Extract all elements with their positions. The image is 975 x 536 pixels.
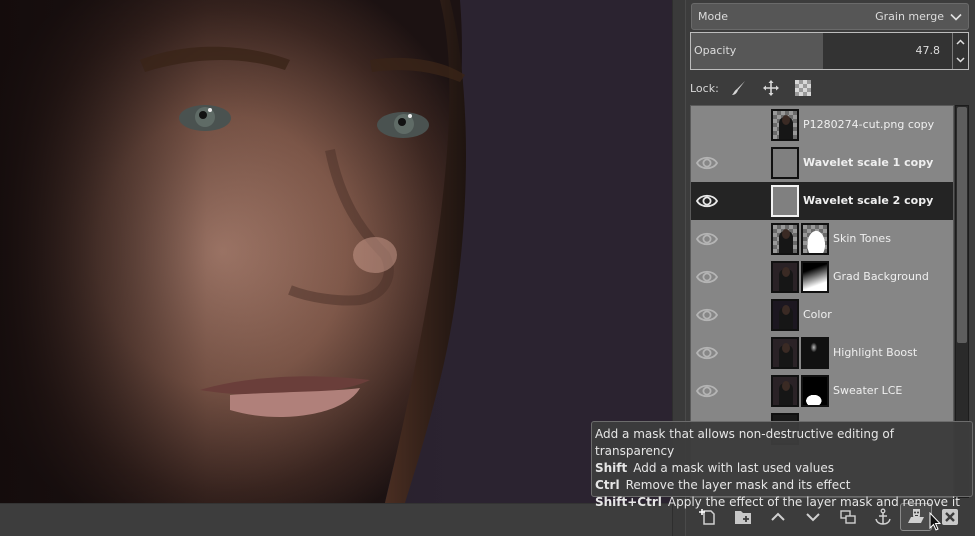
layer-name: Grad Background — [833, 270, 929, 283]
layer-row[interactable]: Wavelet scale 2 copy — [691, 182, 953, 220]
tooltip-line-3: Ctrl Remove the layer mask and its effect — [595, 477, 969, 494]
layer-name: Skin Tones — [833, 232, 891, 245]
opacity-spinscale[interactable]: Opacity 47.8 — [690, 32, 969, 70]
mode-dropdown[interactable]: Mode Grain merge — [691, 3, 969, 30]
layer-mask-thumbnail[interactable] — [801, 375, 829, 407]
add-mask-tooltip: Add a mask that allows non-destructive e… — [591, 421, 973, 509]
lock-alpha-toggle[interactable] — [793, 78, 813, 98]
chevron-down-icon — [956, 57, 965, 63]
layer-name: Color — [803, 308, 832, 321]
gimp-window: Mode Grain merge Opacity 47.8 Lock: P128… — [0, 0, 975, 536]
layer-thumbnail[interactable] — [771, 299, 799, 331]
layer-list-scrollbar-thumb[interactable] — [957, 107, 967, 343]
tooltip-text-shift: Add a mask with last used values — [633, 461, 834, 475]
image-canvas[interactable] — [0, 0, 672, 503]
layer-row[interactable]: Skin Tones — [691, 220, 953, 258]
lock-label: Lock: — [690, 81, 719, 95]
opacity-spin-buttons — [952, 33, 968, 69]
layer-row[interactable]: Sweater LCE — [691, 372, 953, 410]
checkerboard-alpha-icon — [794, 80, 811, 96]
layer-row[interactable]: Color — [691, 296, 953, 334]
eye-visibility-icon — [696, 384, 718, 398]
tooltip-key-shift-ctrl: Shift+Ctrl — [595, 495, 662, 509]
layer-thumbnail[interactable] — [771, 147, 799, 179]
mode-value: Grain merge — [875, 10, 944, 23]
layer-mask-thumbnail[interactable] — [801, 261, 829, 293]
layer-row[interactable]: P1280274-cut.png copy — [691, 106, 953, 144]
layer-thumbnail[interactable] — [771, 109, 799, 141]
eye-visibility-icon — [696, 346, 718, 360]
tooltip-key-shift: Shift — [595, 461, 628, 475]
chevron-down-icon — [950, 13, 962, 21]
eye-visibility-icon — [696, 270, 718, 284]
layer-name: Highlight Boost — [833, 346, 918, 359]
tooltip-line-1: Add a mask that allows non-destructive e… — [595, 427, 894, 458]
layer-row[interactable]: Highlight Boost — [691, 334, 953, 372]
opacity-decrease-button[interactable] — [953, 51, 968, 69]
paintbrush-icon — [731, 81, 745, 95]
layer-name: P1280274-cut.png copy — [803, 118, 935, 131]
tooltip-line-4: Shift+Ctrl Apply the effect of the layer … — [595, 494, 969, 511]
eye-visibility-icon — [696, 156, 718, 170]
layer-thumbnail[interactable] — [771, 185, 799, 217]
layer-mask-thumbnail[interactable] — [801, 223, 829, 255]
opacity-increase-button[interactable] — [953, 33, 968, 51]
layer-row[interactable]: Grad Background — [691, 258, 953, 296]
layer-name: Sweater LCE — [833, 384, 903, 397]
mode-label: Mode — [698, 10, 728, 23]
lock-position-toggle[interactable] — [761, 78, 781, 98]
eye-visibility-icon — [696, 308, 718, 322]
layer-row[interactable]: Wavelet scale 1 copy — [691, 144, 953, 182]
tooltip-text-shift-ctrl: Apply the effect of the layer mask and r… — [667, 495, 960, 509]
lock-row: Lock: — [690, 78, 825, 98]
chevron-up-icon — [956, 39, 965, 45]
layer-visibility-toggle[interactable] — [696, 116, 718, 134]
tooltip-key-ctrl: Ctrl — [595, 478, 620, 492]
portrait-image — [0, 0, 672, 503]
mouse-pointer-icon — [929, 512, 941, 531]
eye-visibility-icon — [696, 194, 718, 208]
layer-name: Wavelet scale 2 copy — [803, 194, 934, 207]
layer-mask-thumbnail[interactable] — [801, 337, 829, 369]
layer-name: Wavelet scale 1 copy — [803, 156, 934, 169]
tooltip-line-2: Shift Add a mask with last used values — [595, 460, 969, 477]
canvas-horizontal-scrollbar[interactable] — [0, 503, 672, 536]
lock-pixels-toggle[interactable] — [729, 78, 749, 98]
opacity-label: Opacity — [694, 44, 737, 57]
layer-thumbnail[interactable] — [771, 375, 799, 407]
move-arrows-icon — [762, 80, 779, 96]
layer-thumbnail[interactable] — [771, 261, 799, 293]
eye-visibility-icon — [696, 232, 718, 246]
layer-thumbnail[interactable] — [771, 223, 799, 255]
opacity-value: 47.8 — [915, 44, 941, 57]
tooltip-text-ctrl: Remove the layer mask and its effect — [625, 478, 851, 492]
layer-thumbnail[interactable] — [771, 337, 799, 369]
